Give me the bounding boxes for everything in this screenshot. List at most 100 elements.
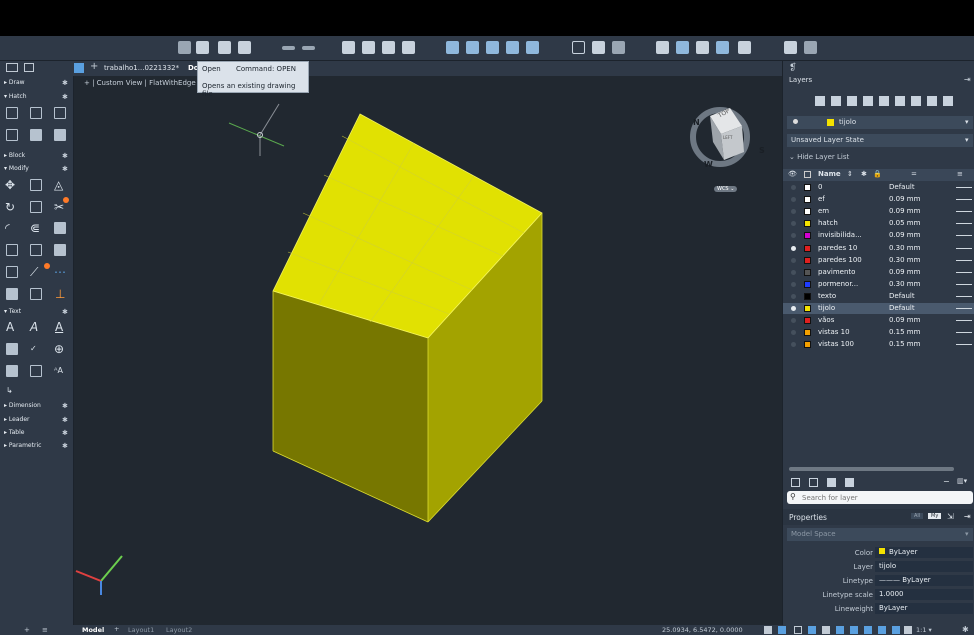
new-layer-icon[interactable]	[791, 478, 800, 487]
find-text-icon[interactable]	[6, 343, 18, 355]
all-toggle[interactable]: All	[911, 513, 924, 519]
export-icon[interactable]	[402, 41, 415, 54]
region-icon[interactable]	[6, 129, 18, 141]
layer-off-icon[interactable]	[791, 342, 796, 348]
layer-row[interactable]: vistas 100 0.15 mm	[783, 339, 974, 350]
layer-color-swatch[interactable]	[804, 196, 811, 204]
layer-color-swatch[interactable]	[804, 329, 811, 337]
group-icon[interactable]	[716, 41, 729, 54]
orbit-icon[interactable]	[612, 41, 625, 54]
erase-icon[interactable]	[6, 266, 18, 278]
layer-color-swatch[interactable]	[804, 184, 811, 191]
settings-gear-icon[interactable]: ✱	[962, 625, 969, 634]
layer-tool-icon[interactable]	[927, 96, 937, 106]
layer-tool-icon[interactable]	[879, 96, 889, 106]
annotation-icon[interactable]	[892, 626, 900, 634]
layer-row[interactable]: paredes 10 0.30 mm	[783, 243, 974, 254]
polar-icon[interactable]	[808, 626, 816, 634]
text-scale-icon[interactable]	[30, 365, 42, 377]
layer-color-swatch[interactable]	[804, 208, 811, 216]
stretch-icon[interactable]	[30, 244, 42, 256]
layer-row[interactable]: 0 Default	[783, 182, 974, 193]
selection-cycling-icon[interactable]	[878, 626, 886, 634]
save-as-icon[interactable]	[238, 41, 251, 54]
trim-icon[interactable]	[30, 201, 42, 213]
add-layout-button[interactable]: +	[114, 625, 119, 633]
layer-tool-icon[interactable]	[863, 96, 873, 106]
drawing-viewport[interactable]: + | Custom View | FlatWithEdge TOP LEFT …	[74, 76, 782, 625]
collapse-icon[interactable]: −	[943, 477, 950, 486]
match-properties-icon[interactable]	[656, 41, 669, 54]
section-parametric[interactable]: ▸ Parametric ✱	[4, 442, 68, 453]
wcs-menu[interactable]: WCS ⌄	[714, 186, 738, 192]
save-icon[interactable]	[218, 41, 231, 54]
annotation-scale-icon[interactable]	[904, 626, 912, 634]
layer-off-icon[interactable]	[791, 269, 796, 275]
layer-tool-icon[interactable]	[815, 96, 825, 106]
layer-tool-icon[interactable]	[895, 96, 905, 106]
lineweight-column-header[interactable]: =	[911, 170, 917, 178]
lock-header-icon[interactable]: 🔒	[873, 170, 882, 178]
chamfer-icon[interactable]	[30, 288, 42, 300]
text-justify-icon[interactable]: ᴬA	[54, 365, 66, 377]
open-icon[interactable]	[196, 41, 209, 54]
layer-color-swatch[interactable]	[804, 305, 811, 312]
gear-icon[interactable]: ✱	[62, 79, 68, 87]
wipeout-icon[interactable]	[30, 129, 42, 141]
gear-icon[interactable]: ✱	[62, 416, 68, 424]
scale-icon[interactable]	[6, 244, 18, 256]
undo-icon[interactable]	[282, 46, 295, 50]
name-column-header[interactable]: Name	[818, 170, 841, 178]
revcloud-icon[interactable]	[54, 129, 66, 141]
compass-s[interactable]: S	[759, 146, 765, 155]
property-linetype[interactable]: Linetype ——— ByLayer	[783, 574, 974, 587]
layer-current-icon[interactable]	[791, 306, 796, 311]
section-dimension[interactable]: ▸ Dimension ✱	[4, 402, 68, 413]
rotate-icon[interactable]: ↻	[5, 201, 17, 213]
section-modify[interactable]: ▾ Modify ✱	[4, 165, 68, 176]
property-lineweight[interactable]: Lineweight ByLayer	[783, 602, 974, 615]
plot-icon[interactable]	[342, 41, 355, 54]
gear-icon[interactable]: ✱	[62, 93, 68, 101]
add-icon[interactable]: +	[24, 626, 30, 634]
layer-color-swatch[interactable]	[804, 341, 811, 349]
new-tab-button[interactable]: +	[90, 61, 98, 72]
pan-icon[interactable]	[592, 41, 605, 54]
mirror-icon[interactable]: ◬	[54, 179, 66, 191]
layer-row[interactable]: vistas 10 0.15 mm	[783, 327, 974, 338]
layer-color-swatch[interactable]	[804, 292, 811, 300]
layer-tool-icon[interactable]	[831, 96, 841, 106]
grid-menu-icon[interactable]	[74, 63, 84, 73]
layer-row[interactable]: tijolo Default	[783, 303, 974, 314]
property-value[interactable]: tijolo	[875, 561, 973, 572]
new-icon[interactable]	[178, 41, 191, 54]
gear-icon[interactable]: ✱	[62, 308, 68, 316]
layer-color-swatch[interactable]	[804, 232, 811, 240]
column-menu-icon[interactable]: ≡	[957, 170, 963, 178]
layer-off-icon[interactable]	[791, 330, 796, 336]
gear-icon[interactable]: ✱	[62, 429, 68, 437]
compass-n[interactable]: N	[693, 118, 700, 127]
layer-off-icon[interactable]	[791, 257, 796, 263]
zoom-text-icon[interactable]: ⊕	[54, 343, 66, 355]
section-leader[interactable]: ▸ Leader ✱	[4, 416, 68, 427]
undock-icon[interactable]: ⇥	[964, 75, 971, 84]
scale-dropdown[interactable]: 1:1 ▾	[916, 626, 932, 634]
layout2-tab[interactable]: Layout2	[166, 626, 192, 634]
array-icon[interactable]: ◜	[5, 222, 17, 234]
layer-row[interactable]: invisibilida... 0.09 mm	[783, 230, 974, 241]
horizontal-scrollbar[interactable]	[789, 467, 954, 471]
gradient-icon[interactable]	[30, 107, 42, 119]
text-style-icon[interactable]: A	[30, 321, 42, 333]
lineweight-icon[interactable]	[850, 626, 858, 634]
layer-off-icon[interactable]	[791, 221, 796, 227]
tool-palettes-icon[interactable]	[486, 41, 499, 54]
layer-color-swatch[interactable]	[804, 280, 811, 288]
property-value[interactable]: 1.0000	[875, 589, 973, 600]
undock-icon[interactable]: ⇥	[964, 512, 971, 521]
text-frame-icon[interactable]: ↳	[6, 385, 18, 397]
layer-color-swatch[interactable]	[804, 244, 811, 252]
property-value[interactable]: ByLayer	[875, 547, 973, 558]
select-all-checkbox[interactable]	[804, 171, 811, 178]
freeze-header-icon[interactable]: ✱	[861, 170, 867, 178]
